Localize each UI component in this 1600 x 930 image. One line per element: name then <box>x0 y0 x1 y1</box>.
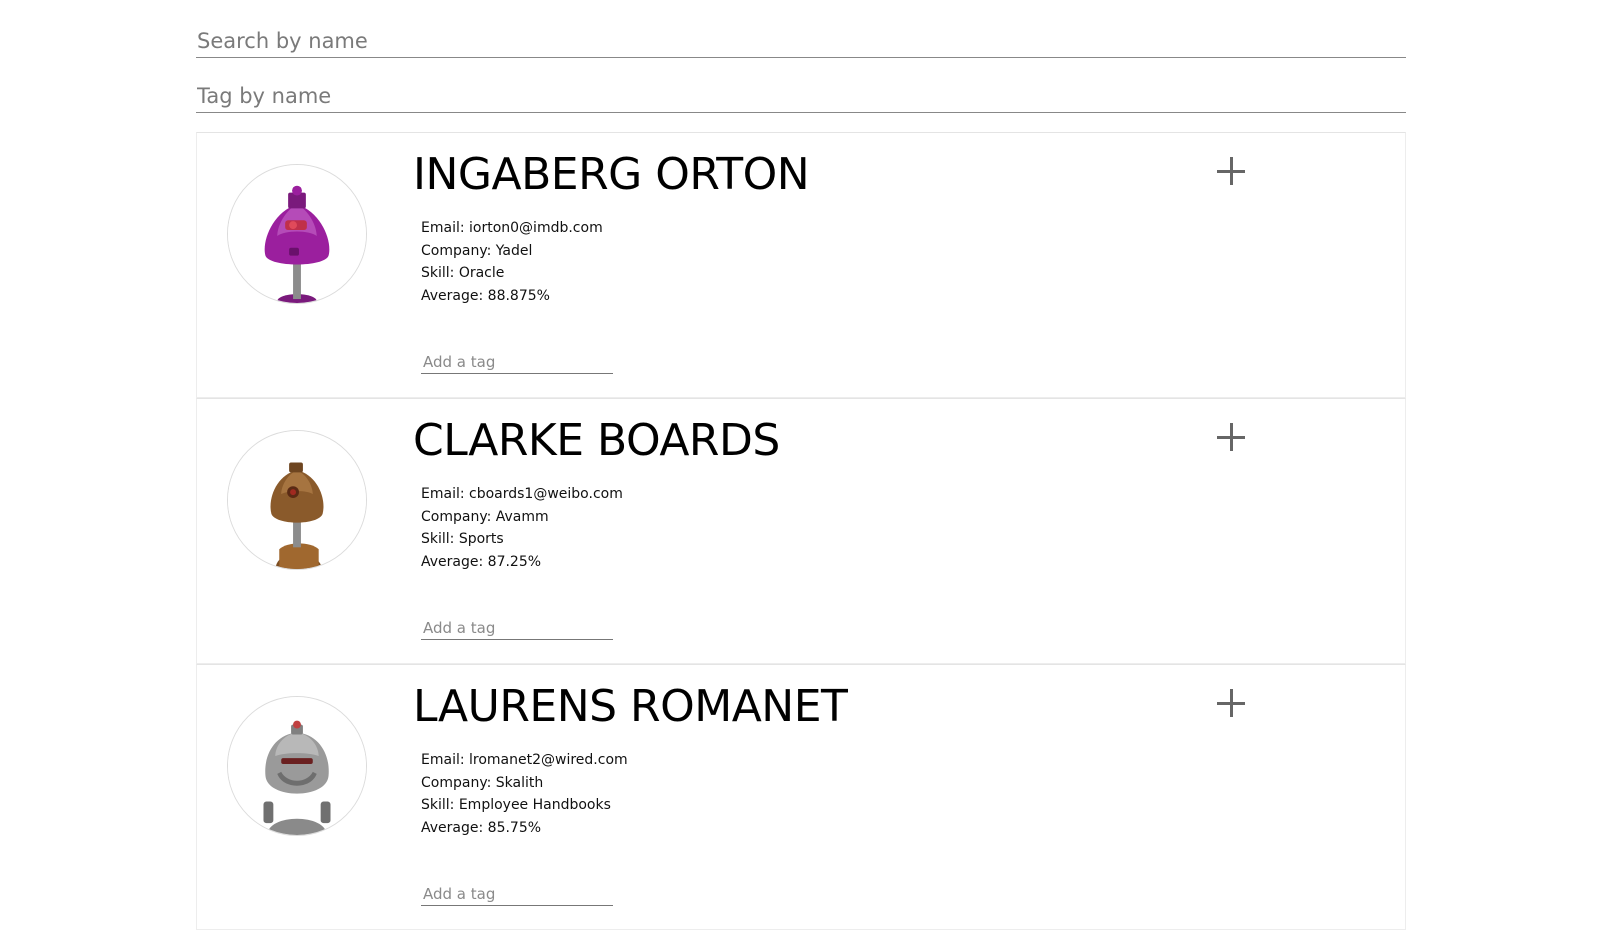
search-by-name-input[interactable] <box>196 29 1408 53</box>
plus-icon[interactable] <box>1215 687 1247 719</box>
student-skill: Skill: Sports <box>421 531 504 547</box>
search-by-tag-input[interactable] <box>196 84 1408 108</box>
student-skill: Skill: Employee Handbooks <box>421 797 611 813</box>
student-name: INGABERG ORTON <box>413 149 810 200</box>
student-directory: INGABERG ORTON Email: iorton0@imdb.com C… <box>196 0 1408 930</box>
student-average: Average: 85.75% <box>421 819 542 836</box>
student-details: Email: lromanet2@wired.com Company: Skal… <box>421 749 628 839</box>
plus-icon[interactable] <box>1215 421 1247 453</box>
student-card: CLARKE BOARDS Email: cboards1@weibo.com … <box>196 398 1406 664</box>
tag-search-field <box>196 58 1408 113</box>
student-email: Email: lromanet2@wired.com <box>421 752 628 768</box>
student-skill: Skill: Oracle <box>421 265 505 281</box>
student-average: Average: 88.875% <box>421 287 550 304</box>
student-email: Email: cboards1@weibo.com <box>421 486 623 502</box>
add-tag-field <box>421 345 617 374</box>
student-card: LAURENS ROMANET Email: lromanet2@wired.c… <box>196 664 1406 930</box>
student-name: CLARKE BOARDS <box>413 415 780 466</box>
student-average: Average: 87.25% <box>421 553 542 570</box>
student-company: Company: Avamm <box>421 508 549 525</box>
student-name: LAURENS ROMANET <box>413 681 848 732</box>
robot-avatar-icon <box>227 430 367 570</box>
add-tag-field <box>421 611 617 640</box>
robot-avatar-icon <box>227 696 367 836</box>
student-list: INGABERG ORTON Email: iorton0@imdb.com C… <box>196 132 1406 930</box>
plus-icon[interactable] <box>1215 155 1247 187</box>
add-tag-input[interactable] <box>421 619 617 637</box>
add-tag-field <box>421 877 617 906</box>
student-email: Email: iorton0@imdb.com <box>421 220 603 236</box>
student-card: INGABERG ORTON Email: iorton0@imdb.com C… <box>196 132 1406 398</box>
student-company: Company: Yadel <box>421 242 533 259</box>
add-tag-input[interactable] <box>421 885 617 903</box>
add-tag-input[interactable] <box>421 353 617 371</box>
student-details: Email: iorton0@imdb.com Company: Yadel S… <box>421 217 603 307</box>
robot-avatar-icon <box>227 164 367 304</box>
student-company: Company: Skalith <box>421 774 544 791</box>
student-details: Email: cboards1@weibo.com Company: Avamm… <box>421 483 623 573</box>
name-search-field <box>196 0 1408 58</box>
